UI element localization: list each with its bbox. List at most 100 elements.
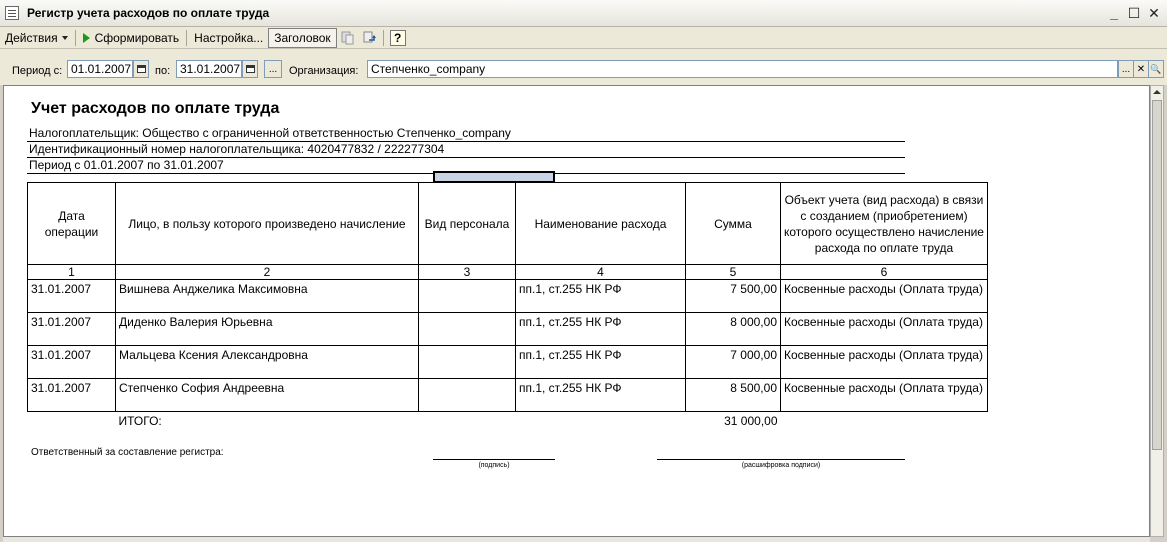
column-header-person: Лицо, в пользу которого произведено начи… [115, 182, 419, 265]
settings-label: Настройка... [194, 30, 264, 45]
column-number: 5 [685, 264, 781, 280]
period-from-field[interactable]: 01.01.2007 [67, 60, 133, 78]
table-header-row: Дата операции Лицо, в пользу которого пр… [27, 182, 988, 265]
column-header-object: Объект учета (вид расхода) в связи с соз… [780, 182, 988, 265]
cell-staff[interactable] [418, 312, 516, 346]
toolbar-separator [74, 29, 76, 46]
column-header-staff: Вид персонала [418, 182, 516, 265]
copy-settings-icon[interactable] [341, 31, 355, 45]
dropdown-arrow-icon [61, 35, 68, 40]
period-line: Период с 01.01.2007 по 31.01.2007 [29, 158, 224, 172]
period-to-label: по: [155, 65, 171, 77]
taxpayer-line: Налогоплательщик: Общество с ограниченно… [29, 126, 511, 140]
cell-object[interactable]: Косвенные расходы (Оплата труда) [780, 345, 988, 379]
total-label: ИТОГО: [118, 414, 162, 428]
scroll-thumb[interactable] [1152, 100, 1162, 450]
table-row[interactable]: 31.01.2007 Мальцева Ксения Александровна… [27, 345, 988, 379]
cell-object[interactable]: Косвенные расходы (Оплата труда) [780, 378, 988, 412]
cell-staff[interactable] [418, 378, 516, 412]
total-spacer [28, 412, 116, 431]
period-to-field[interactable]: 31.01.2007 [176, 60, 242, 78]
cell-date[interactable]: 31.01.2007 [27, 279, 116, 313]
column-number: 6 [780, 264, 988, 280]
column-number: 3 [418, 264, 516, 280]
total-amount: 31 000,00 [724, 414, 778, 428]
window-controls: _ ☐ ✕ [1105, 4, 1163, 22]
organization-select-button[interactable]: ... [1118, 60, 1134, 78]
cell-amount[interactable]: 8 000,00 [685, 312, 781, 346]
cell-amount[interactable]: 7 000,00 [685, 345, 781, 379]
responsible-label: Ответственный за составление регистра: [31, 447, 224, 458]
total-spacer [516, 412, 686, 431]
cell-object[interactable]: Косвенные расходы (Оплата труда) [780, 312, 988, 346]
generate-button[interactable]: Сформировать [78, 28, 185, 48]
scroll-up-icon[interactable] [1151, 86, 1163, 98]
window-title: Регистр учета расходов по оплате труда [27, 6, 270, 20]
minimize-icon[interactable]: _ [1105, 4, 1123, 22]
cell-amount[interactable]: 7 500,00 [685, 279, 781, 313]
toolbar-separator [382, 29, 384, 46]
cell-expense[interactable]: пп.1, ст.255 НК РФ [515, 279, 686, 313]
total-row: ИТОГО: 31 000,00 [28, 412, 988, 431]
generate-label: Сформировать [94, 30, 180, 45]
cell-date[interactable]: 31.01.2007 [27, 345, 116, 379]
cell-amount[interactable]: 8 500,00 [685, 378, 781, 412]
cell-expense[interactable]: пп.1, ст.255 НК РФ [515, 345, 686, 379]
cell-staff[interactable] [418, 345, 516, 379]
period-from-label: Период с: [12, 65, 63, 77]
signature-line [433, 459, 555, 460]
filter-panel: Период с: 01.01.2007 по: 31.01.2007 ... … [0, 49, 1167, 85]
cell-staff[interactable] [418, 279, 516, 313]
column-number: 1 [27, 264, 116, 280]
maximize-icon[interactable]: ☐ [1125, 4, 1143, 22]
help-icon[interactable]: ? [389, 29, 406, 46]
document-icon [5, 6, 19, 20]
organization-label: Организация: [289, 65, 359, 77]
inn-line: Идентификационный номер налогоплательщик… [29, 142, 445, 156]
cell-person[interactable]: Вишнева Анджелика Максимовна [115, 279, 419, 313]
organization-field[interactable]: Степченко_company [367, 60, 1118, 78]
calendar-icon[interactable] [133, 60, 149, 78]
clear-icon[interactable]: ✕ [1133, 60, 1149, 78]
cell-object[interactable]: Косвенные расходы (Оплата труда) [780, 279, 988, 313]
search-icon[interactable]: 🔍 [1148, 60, 1164, 78]
actions-menu-button[interactable]: Действия [0, 28, 73, 48]
cell-person[interactable]: Мальцева Ксения Александровна [115, 345, 419, 379]
report-spreadsheet[interactable]: Учет расходов по оплате труда Налогоплат… [3, 85, 1150, 537]
column-header-amount: Сумма [685, 182, 781, 265]
column-header-expense: Наименование расхода [515, 182, 686, 265]
settings-button[interactable]: Настройка... [189, 28, 268, 48]
window-titlebar: Регистр учета расходов по оплате труда _… [0, 0, 1167, 27]
column-header-date: Дата операции [27, 182, 116, 265]
cell-person[interactable]: Степченко София Андреевна [115, 378, 419, 412]
cell-date[interactable]: 31.01.2007 [27, 312, 116, 346]
period-select-button[interactable]: ... [264, 60, 282, 78]
total-spacer [419, 412, 516, 431]
header-toggle-button[interactable]: Заголовок [268, 27, 337, 48]
table-row[interactable]: 31.01.2007 Диденко Валерия Юрьевна пп.1,… [27, 312, 988, 346]
cell-expense[interactable]: пп.1, ст.255 НК РФ [515, 378, 686, 412]
column-number: 2 [115, 264, 419, 280]
restore-settings-icon[interactable] [363, 31, 377, 45]
decode-line [657, 459, 905, 460]
header-label: Заголовок [274, 30, 331, 45]
cell-person[interactable]: Диденко Валерия Юрьевна [115, 312, 419, 346]
vertical-scrollbar[interactable] [1150, 85, 1164, 537]
cell-expense[interactable]: пп.1, ст.255 НК РФ [515, 312, 686, 346]
report-title: Учет расходов по оплате труда [31, 100, 280, 117]
cell-date[interactable]: 31.01.2007 [27, 378, 116, 412]
horizontal-scrollbar[interactable] [3, 537, 1150, 542]
close-icon[interactable]: ✕ [1145, 4, 1163, 22]
signature-caption: (подпись) [478, 462, 510, 469]
total-spacer [781, 412, 988, 431]
table-row[interactable]: 31.01.2007 Вишнева Анджелика Максимовна … [27, 279, 988, 313]
decode-caption: (расшифровка подписи) [741, 462, 821, 469]
column-number: 4 [515, 264, 686, 280]
actions-label: Действия [5, 30, 58, 45]
register-table: Дата операции Лицо, в пользу которого пр… [27, 182, 988, 430]
calendar-icon[interactable] [242, 60, 258, 78]
toolbar-separator [186, 29, 188, 46]
play-icon [82, 32, 90, 43]
column-number-row: 1 2 3 4 5 6 [27, 264, 988, 280]
table-row[interactable]: 31.01.2007 Степченко София Андреевна пп.… [27, 378, 988, 412]
